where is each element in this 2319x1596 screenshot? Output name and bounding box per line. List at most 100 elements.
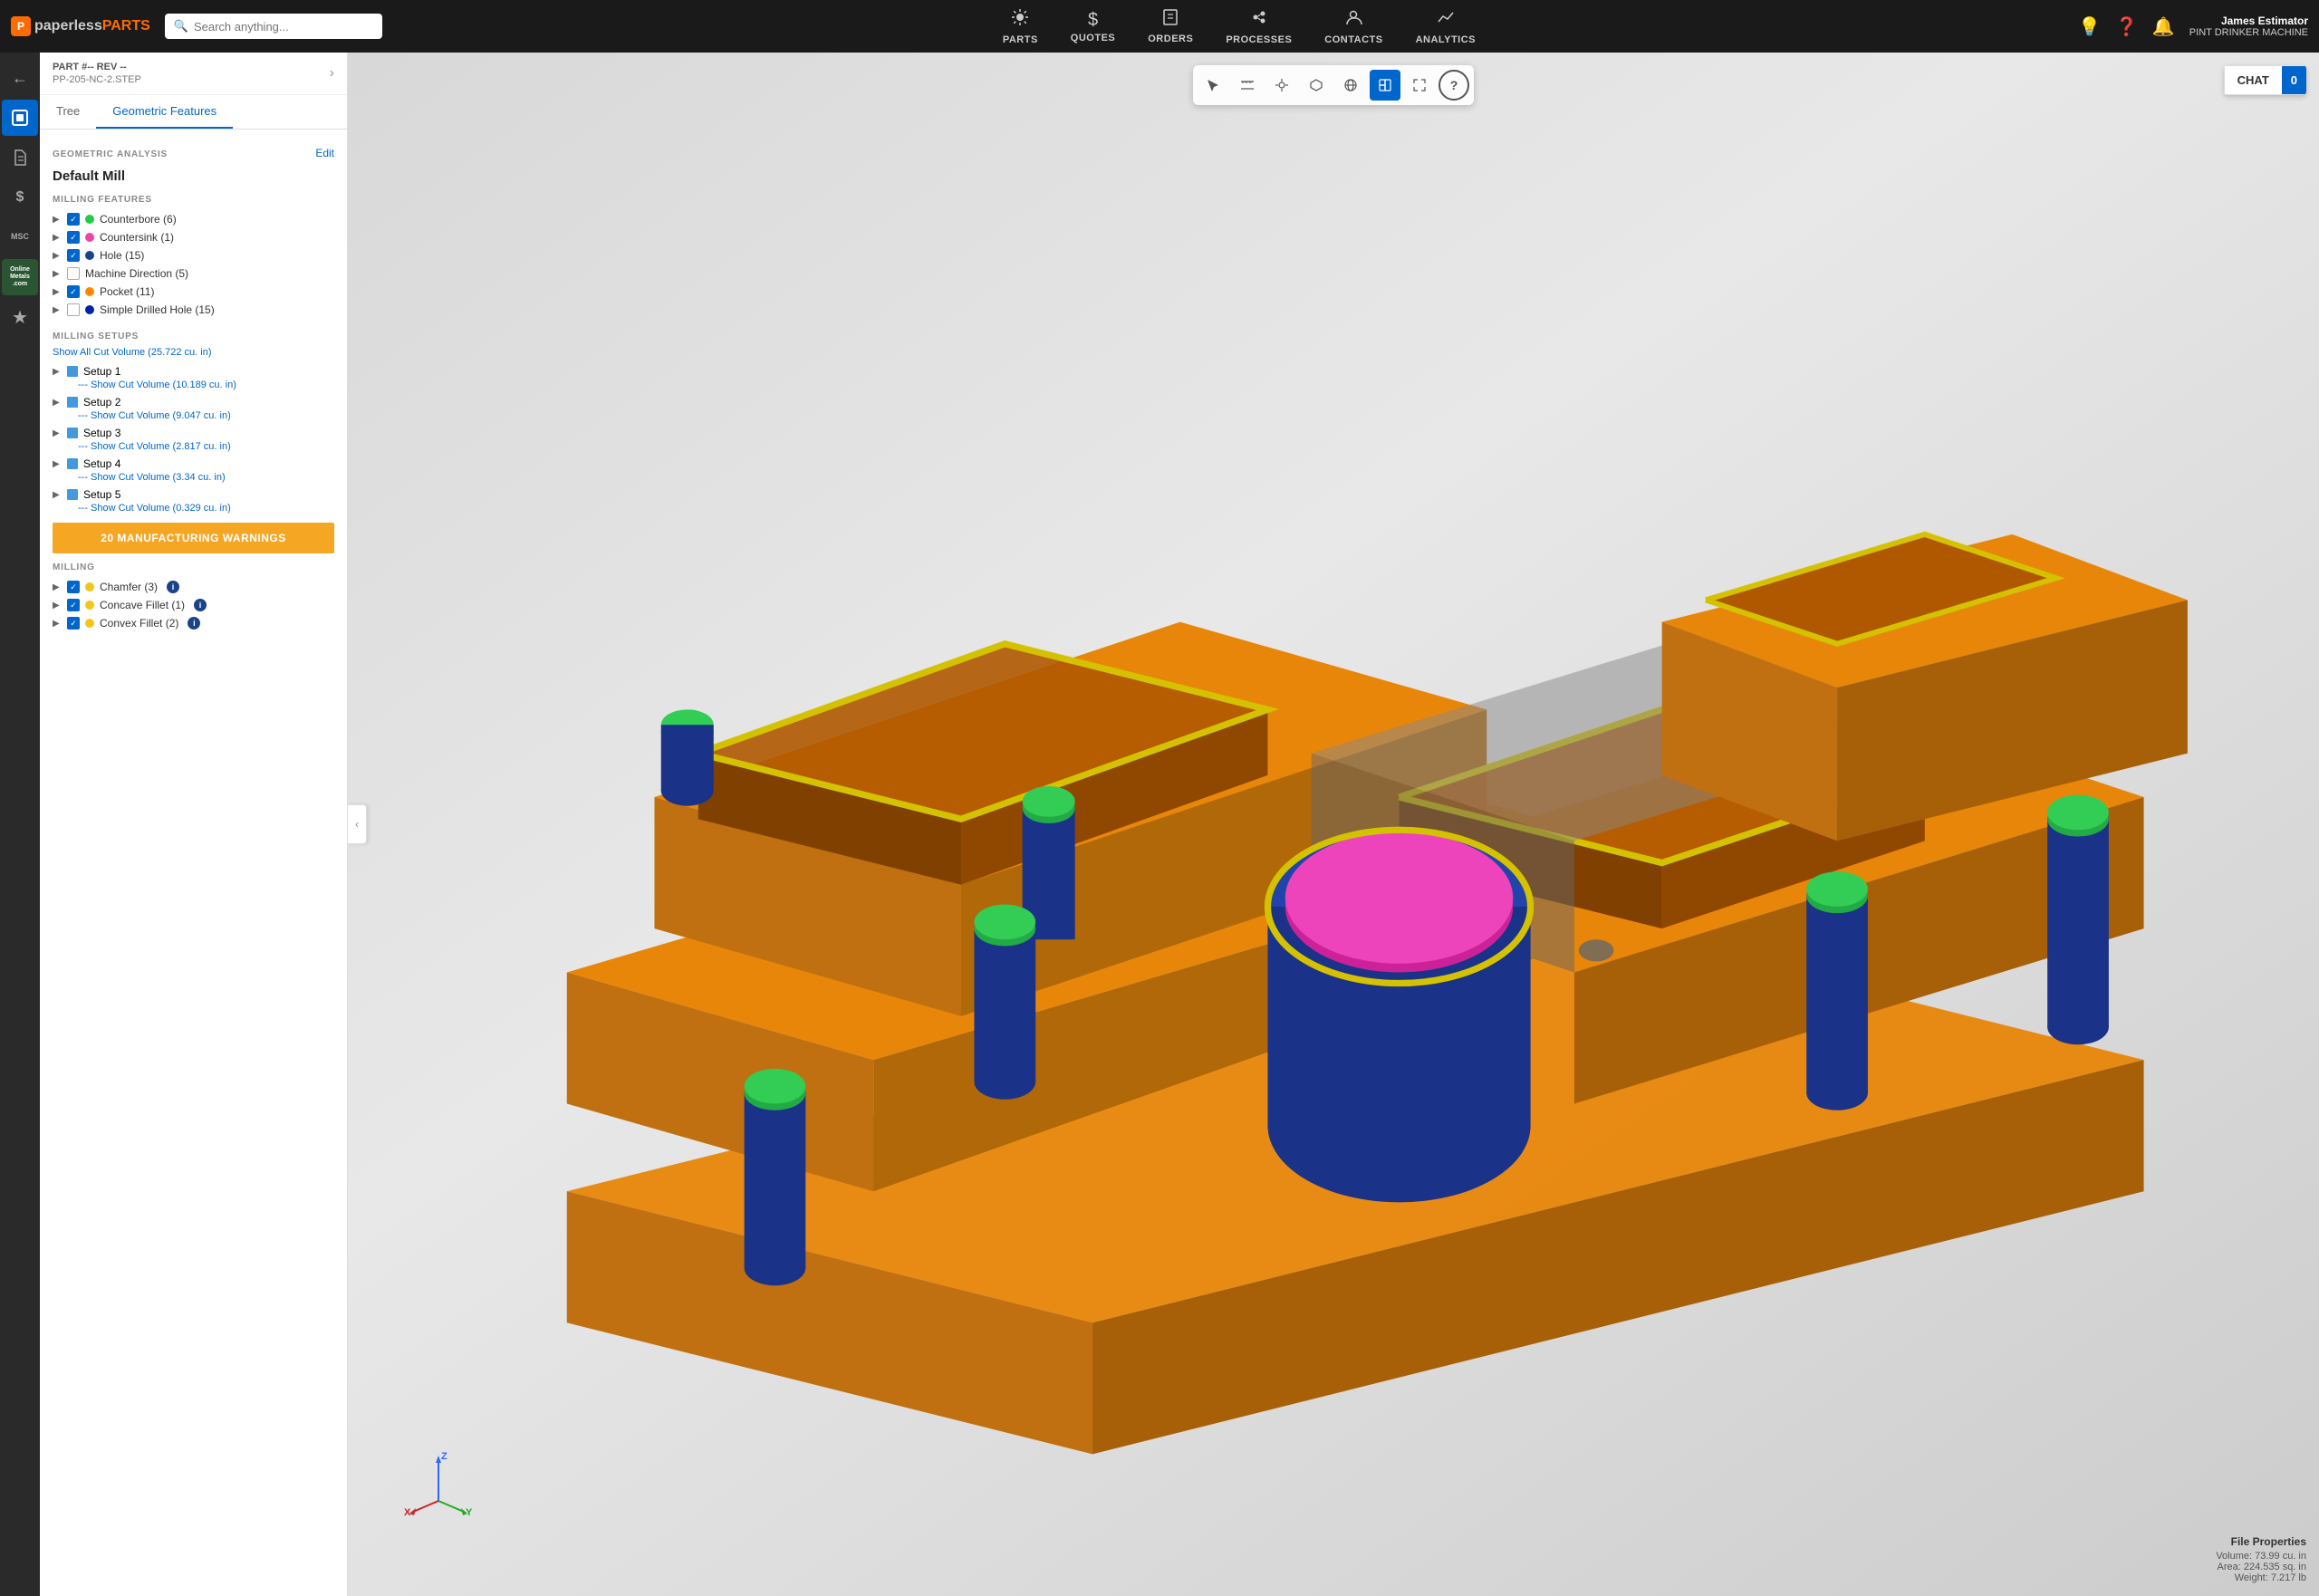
setup4-expand[interactable]: ▶ — [53, 459, 62, 469]
notification-icon[interactable]: 🔔 — [2152, 15, 2175, 38]
expand-icon[interactable]: ▶ — [53, 251, 62, 261]
3d-viewer[interactable]: ‹ ? — [348, 53, 2319, 1596]
countersink-dot — [85, 233, 94, 242]
search-box[interactable]: 🔍 — [165, 14, 382, 39]
counterbore-dot — [85, 215, 94, 224]
convex-fillet-info-icon[interactable]: i — [188, 617, 200, 630]
sidebar-item-msc[interactable]: MSC — [2, 219, 38, 255]
warning-concave-fillet: ▶ ✓ Concave Fillet (1) i — [53, 596, 334, 614]
feature-countersink: ▶ ✓ Countersink (1) — [53, 228, 334, 246]
file-props-volume: Volume: 73.99 cu. in — [2216, 1551, 2306, 1562]
setup5-expand[interactable]: ▶ — [53, 490, 62, 500]
concave-fillet-checkbox[interactable]: ✓ — [67, 599, 80, 611]
expand-icon[interactable]: ▶ — [53, 233, 62, 243]
counterbore-checkbox[interactable]: ✓ — [67, 213, 80, 226]
sidebar-item-file[interactable] — [2, 139, 38, 176]
feature-simple-drilled: ▶ Simple Drilled Hole (15) — [53, 301, 334, 319]
expand-icon[interactable]: ▶ — [53, 305, 62, 315]
svg-text:Z: Z — [441, 1451, 447, 1462]
setup-2-row: ▶ Setup 2 --- Show Cut Volume (9.047 cu.… — [53, 396, 334, 421]
setup5-volume-link[interactable]: --- Show Cut Volume (0.329 cu. in) — [78, 503, 334, 514]
edit-button[interactable]: Edit — [315, 147, 334, 159]
hole-dot — [85, 251, 94, 260]
file-props-title: File Properties — [2216, 1535, 2306, 1548]
concave-fillet-expand-icon[interactable]: ▶ — [53, 601, 62, 611]
setup1-square — [67, 366, 78, 377]
chamfer-info-icon[interactable]: i — [167, 581, 179, 593]
expand-icon[interactable]: ▶ — [53, 269, 62, 279]
expand-icon[interactable]: ▶ — [53, 215, 62, 225]
tab-tree[interactable]: Tree — [40, 95, 96, 129]
hole-checkbox[interactable]: ✓ — [67, 249, 80, 262]
analytics-icon — [1436, 7, 1456, 33]
part-number: PART #-- REV -- — [53, 62, 141, 72]
nav-right: 💡 ❓ 🔔 James Estimator PINT DRINKER MACHI… — [2078, 14, 2308, 38]
simple-drilled-checkbox[interactable] — [67, 303, 80, 316]
help-icon[interactable]: ❓ — [2115, 15, 2138, 38]
setup2-volume-link[interactable]: --- Show Cut Volume (9.047 cu. in) — [78, 410, 334, 421]
orders-icon — [1161, 8, 1179, 32]
pocket-dot — [85, 287, 94, 296]
nav-item-analytics[interactable]: ANALYTICS — [1400, 0, 1492, 53]
sidebar-item-online-metals[interactable]: OnlineMetals.com — [2, 259, 38, 295]
nav-items: PARTS $ QUOTES ORDERS PROCESSES CONTACTS — [400, 0, 2078, 53]
quotes-icon: $ — [1088, 10, 1098, 31]
setup2-expand[interactable]: ▶ — [53, 398, 62, 408]
setup-5-row: ▶ Setup 5 --- Show Cut Volume (0.329 cu.… — [53, 488, 334, 514]
expand-icon[interactable]: ▶ — [53, 287, 62, 297]
show-all-volume-link[interactable]: Show All Cut Volume (25.722 cu. in) — [53, 347, 334, 358]
concave-fillet-info-icon[interactable]: i — [194, 599, 207, 611]
setup1-expand[interactable]: ▶ — [53, 367, 62, 377]
tab-bar: Tree Geometric Features — [40, 95, 347, 130]
machine-direction-checkbox[interactable] — [67, 267, 80, 280]
setup3-square — [67, 428, 78, 438]
convex-fillet-checkbox[interactable]: ✓ — [67, 617, 80, 630]
milling-setups-label: MILLING SETUPS — [53, 332, 334, 341]
milling-features-label: MILLING FEATURES — [53, 195, 334, 205]
file-props-area: Area: 224.535 sq. in — [2216, 1562, 2306, 1572]
chamfer-expand-icon[interactable]: ▶ — [53, 582, 62, 592]
warning-convex-fillet: ▶ ✓ Convex Fillet (2) i — [53, 614, 334, 632]
part-info: PART #-- REV -- PP-205-NC-2.STEP — [53, 62, 141, 85]
setup3-volume-link[interactable]: --- Show Cut Volume (2.817 cu. in) — [78, 441, 334, 452]
setup5-square — [67, 489, 78, 500]
processes-icon — [1249, 7, 1269, 33]
contacts-icon — [1343, 7, 1363, 33]
setup3-expand[interactable]: ▶ — [53, 428, 62, 438]
sidebar-item-money[interactable]: $ — [2, 179, 38, 216]
logo-area[interactable]: P paperlessPARTS — [11, 16, 150, 36]
setup4-volume-link[interactable]: --- Show Cut Volume (3.34 cu. in) — [78, 472, 334, 483]
nav-item-parts[interactable]: PARTS — [986, 0, 1054, 53]
simple-drilled-dot — [85, 305, 94, 314]
file-properties: File Properties Volume: 73.99 cu. in Are… — [2216, 1535, 2306, 1583]
feature-hole: ▶ ✓ Hole (15) — [53, 246, 334, 264]
warning-chamfer: ▶ ✓ Chamfer (3) i — [53, 578, 334, 596]
logo-icon: P — [11, 16, 31, 36]
lightbulb-icon[interactable]: 💡 — [2078, 15, 2101, 38]
search-input[interactable] — [194, 20, 373, 34]
setup-4-row: ▶ Setup 4 --- Show Cut Volume (3.34 cu. … — [53, 457, 334, 483]
parts-icon — [1010, 7, 1030, 33]
sidebar-item-parts[interactable] — [2, 100, 38, 136]
nav-item-quotes[interactable]: $ QUOTES — [1054, 3, 1131, 51]
setup-3-row: ▶ Setup 3 --- Show Cut Volume (2.817 cu.… — [53, 427, 334, 452]
milling-warnings-label: MILLING — [53, 562, 334, 572]
sidebar-item-back[interactable]: ← — [2, 60, 38, 96]
countersink-checkbox[interactable]: ✓ — [67, 231, 80, 244]
manufacturing-warnings-bar[interactable]: 20 MANUFACTURING WARNINGS — [53, 523, 334, 553]
nav-item-processes[interactable]: PROCESSES — [1209, 0, 1308, 53]
tab-geometric-features[interactable]: Geometric Features — [96, 95, 233, 129]
sidebar-item-star[interactable]: ★ — [2, 299, 38, 335]
expand-chevron-icon[interactable]: › — [330, 65, 334, 82]
nav-item-contacts[interactable]: CONTACTS — [1308, 0, 1399, 53]
nav-item-orders[interactable]: ORDERS — [1131, 1, 1209, 52]
pocket-checkbox[interactable]: ✓ — [67, 285, 80, 298]
part-header: PART #-- REV -- PP-205-NC-2.STEP › — [40, 53, 347, 95]
chamfer-dot — [85, 582, 94, 591]
chamfer-checkbox[interactable]: ✓ — [67, 581, 80, 593]
setup-1-row: ▶ Setup 1 --- Show Cut Volume (10.189 cu… — [53, 365, 334, 390]
feature-counterbore: ▶ ✓ Counterbore (6) — [53, 210, 334, 228]
user-info: James Estimator PINT DRINKER MACHINE — [2189, 14, 2308, 38]
convex-fillet-expand-icon[interactable]: ▶ — [53, 619, 62, 629]
setup1-volume-link[interactable]: --- Show Cut Volume (10.189 cu. in) — [78, 380, 334, 390]
